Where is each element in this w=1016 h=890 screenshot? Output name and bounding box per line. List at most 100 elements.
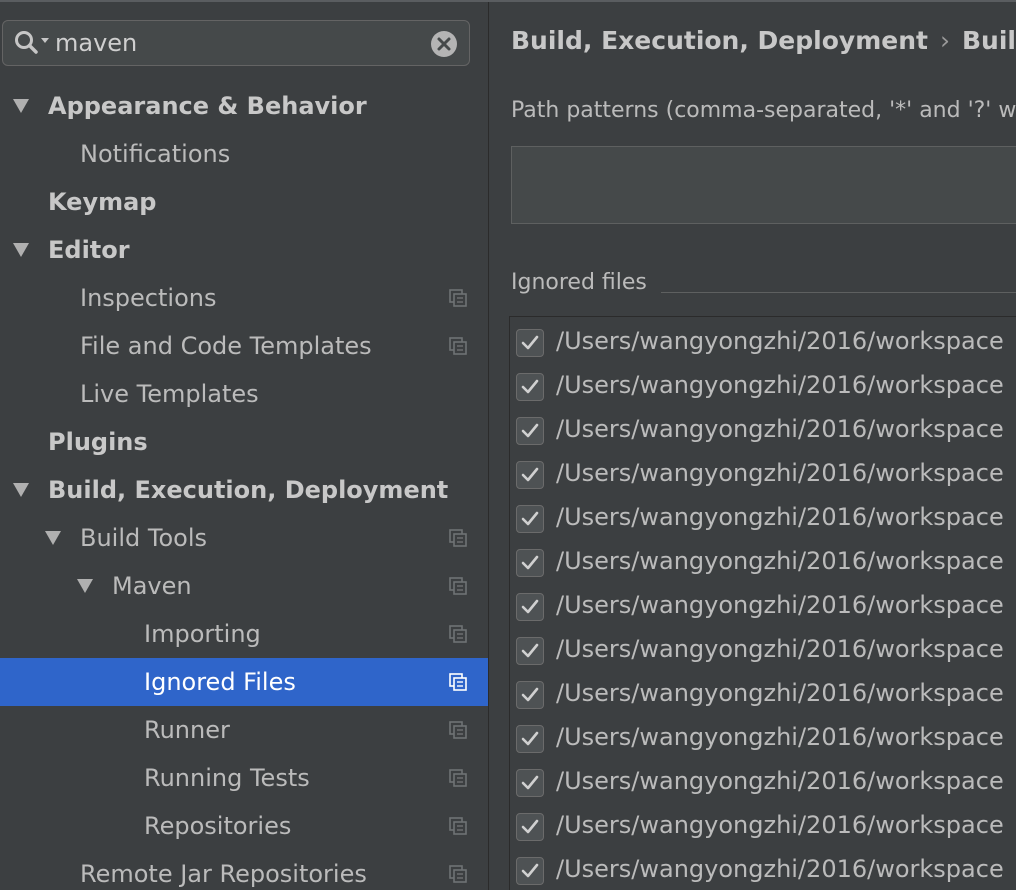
ignored-file-path: /Users/wangyongzhi/2016/workspace bbox=[556, 415, 1004, 443]
ignored-file-row[interactable]: /Users/wangyongzhi/2016/workspace bbox=[516, 541, 1016, 585]
sidebar-item-label: Notifications bbox=[80, 140, 231, 168]
check-icon bbox=[521, 863, 539, 878]
sidebar-item-label: Build Tools bbox=[80, 524, 207, 552]
ignored-file-row[interactable]: /Users/wangyongzhi/2016/workspace bbox=[516, 849, 1016, 890]
sidebar-item-label: Remote Jar Repositories bbox=[80, 860, 367, 888]
ignored-file-row[interactable]: /Users/wangyongzhi/2016/workspace bbox=[516, 497, 1016, 541]
sidebar-item-live-templates[interactable]: Live Templates bbox=[0, 370, 488, 418]
check-icon bbox=[521, 599, 539, 614]
settings-sidebar: Appearance & Behavior Notifications Keymap… bbox=[0, 2, 489, 890]
sidebar-item-label: Appearance & Behavior bbox=[48, 92, 367, 120]
expand-triangle-icon[interactable] bbox=[44, 530, 62, 546]
ignored-file-checkbox[interactable] bbox=[516, 505, 544, 533]
ignored-file-row[interactable]: /Users/wangyongzhi/2016/workspace bbox=[516, 365, 1016, 409]
sidebar-item-label: Maven bbox=[112, 572, 192, 600]
check-icon bbox=[521, 775, 539, 790]
ignored-file-checkbox[interactable] bbox=[516, 681, 544, 709]
search-icon[interactable] bbox=[13, 29, 53, 57]
ignored-file-checkbox[interactable] bbox=[516, 549, 544, 577]
copy-settings-icon bbox=[449, 721, 467, 739]
sidebar-item-ignored-files[interactable]: Ignored Files bbox=[0, 658, 488, 706]
sidebar-item-running-tests[interactable]: Running Tests bbox=[0, 754, 488, 802]
sidebar-item-repositories[interactable]: Repositories bbox=[0, 802, 488, 850]
check-icon bbox=[521, 819, 539, 834]
path-patterns-input[interactable] bbox=[511, 146, 1016, 224]
copy-settings-icon bbox=[449, 337, 467, 355]
ignored-file-checkbox[interactable] bbox=[516, 857, 544, 885]
ignored-file-checkbox[interactable] bbox=[516, 329, 544, 357]
sidebar-item-file-and-code-templates[interactable]: File and Code Templates bbox=[0, 322, 488, 370]
ignored-file-row[interactable]: /Users/wangyongzhi/2016/workspace bbox=[516, 629, 1016, 673]
ignored-file-checkbox[interactable] bbox=[516, 417, 544, 445]
sidebar-item-label: File and Code Templates bbox=[80, 332, 372, 360]
ignored-file-row[interactable]: /Users/wangyongzhi/2016/workspace bbox=[516, 717, 1016, 761]
ignored-file-path: /Users/wangyongzhi/2016/workspace bbox=[556, 547, 1004, 575]
check-icon bbox=[521, 423, 539, 438]
breadcrumb-separator-icon: › bbox=[939, 26, 950, 55]
expand-triangle-icon[interactable] bbox=[12, 242, 30, 258]
sidebar-item-build-execution-deployment[interactable]: Build, Execution, Deployment bbox=[0, 466, 488, 514]
copy-settings-icon bbox=[449, 817, 467, 835]
sidebar-item-keymap[interactable]: Keymap bbox=[0, 178, 488, 226]
sidebar-item-appearance-behavior[interactable]: Appearance & Behavior bbox=[0, 82, 488, 130]
copy-settings-icon bbox=[449, 769, 467, 787]
sidebar-item-runner[interactable]: Runner bbox=[0, 706, 488, 754]
sidebar-item-build-tools[interactable]: Build Tools bbox=[0, 514, 488, 562]
ignored-file-checkbox[interactable] bbox=[516, 461, 544, 489]
sidebar-item-plugins[interactable]: Plugins bbox=[0, 418, 488, 466]
ignored-file-path: /Users/wangyongzhi/2016/workspace bbox=[556, 459, 1004, 487]
copy-settings-icon bbox=[449, 865, 467, 883]
expand-triangle-icon[interactable] bbox=[76, 578, 94, 594]
sidebar-item-label: Live Templates bbox=[80, 380, 259, 408]
ignored-file-row[interactable]: /Users/wangyongzhi/2016/workspace bbox=[516, 409, 1016, 453]
copy-settings-icon bbox=[449, 673, 467, 691]
check-icon bbox=[521, 731, 539, 746]
clear-search-icon[interactable] bbox=[429, 29, 459, 59]
check-icon bbox=[521, 379, 539, 394]
sidebar-item-editor[interactable]: Editor bbox=[0, 226, 488, 274]
ignored-file-row[interactable]: /Users/wangyongzhi/2016/workspace bbox=[516, 585, 1016, 629]
copy-settings-icon bbox=[449, 529, 467, 547]
copy-settings-icon bbox=[449, 289, 467, 307]
expand-triangle-icon[interactable] bbox=[12, 98, 30, 114]
ignored-file-path: /Users/wangyongzhi/2016/workspace bbox=[556, 767, 1004, 795]
path-patterns-label: Path patterns (comma-separated, '*' and … bbox=[511, 98, 1016, 123]
ignored-file-checkbox[interactable] bbox=[516, 725, 544, 753]
breadcrumb-item: Build bbox=[961, 26, 1016, 55]
sidebar-item-label: Runner bbox=[144, 716, 230, 744]
sidebar-item-remote-jar-repositories[interactable]: Remote Jar Repositories bbox=[0, 850, 488, 890]
sidebar-item-inspections[interactable]: Inspections bbox=[0, 274, 488, 322]
ignored-file-row[interactable]: /Users/wangyongzhi/2016/workspace bbox=[516, 453, 1016, 497]
sidebar-item-maven[interactable]: Maven bbox=[0, 562, 488, 610]
ignored-file-path: /Users/wangyongzhi/2016/workspace bbox=[556, 811, 1004, 839]
sidebar-item-notifications[interactable]: Notifications bbox=[0, 130, 488, 178]
check-icon bbox=[521, 511, 539, 526]
check-icon bbox=[521, 687, 539, 702]
ignored-files-label: Ignored files bbox=[511, 270, 647, 295]
check-icon bbox=[521, 335, 539, 350]
ignored-file-row[interactable]: /Users/wangyongzhi/2016/workspace bbox=[516, 673, 1016, 717]
ignored-file-row[interactable]: /Users/wangyongzhi/2016/workspace bbox=[516, 761, 1016, 805]
sidebar-item-importing[interactable]: Importing bbox=[0, 610, 488, 658]
ignored-file-checkbox[interactable] bbox=[516, 637, 544, 665]
ignored-file-path: /Users/wangyongzhi/2016/workspace bbox=[556, 723, 1004, 751]
sidebar-item-label: Inspections bbox=[80, 284, 217, 312]
ignored-file-checkbox[interactable] bbox=[516, 769, 544, 797]
ignored-file-checkbox[interactable] bbox=[516, 593, 544, 621]
ignored-file-path: /Users/wangyongzhi/2016/workspace bbox=[556, 855, 1004, 883]
ignored-file-path: /Users/wangyongzhi/2016/workspace bbox=[556, 635, 1004, 663]
settings-search-box[interactable] bbox=[2, 20, 470, 66]
ignored-file-checkbox[interactable] bbox=[516, 813, 544, 841]
sidebar-item-label: Ignored Files bbox=[144, 668, 296, 696]
ignored-files-list[interactable]: /Users/wangyongzhi/2016/workspace/Users/… bbox=[509, 316, 1016, 890]
ignored-file-row[interactable]: /Users/wangyongzhi/2016/workspace bbox=[516, 805, 1016, 849]
section-divider bbox=[661, 292, 1016, 293]
expand-triangle-icon[interactable] bbox=[12, 482, 30, 498]
ignored-file-path: /Users/wangyongzhi/2016/workspace bbox=[556, 679, 1004, 707]
search-input[interactable] bbox=[55, 27, 415, 59]
ignored-file-checkbox[interactable] bbox=[516, 373, 544, 401]
copy-settings-icon bbox=[449, 577, 467, 595]
ignored-file-row[interactable]: /Users/wangyongzhi/2016/workspace bbox=[516, 321, 1016, 365]
copy-settings-icon bbox=[449, 625, 467, 643]
check-icon bbox=[521, 643, 539, 658]
